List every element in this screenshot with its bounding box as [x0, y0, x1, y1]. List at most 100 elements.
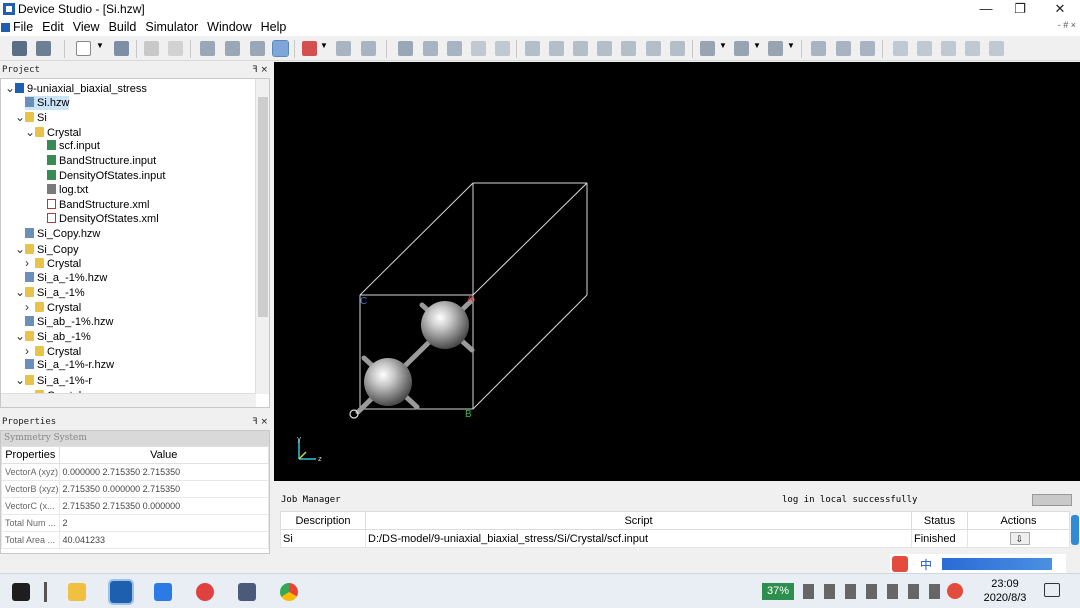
- menu-simulator[interactable]: Simulator: [145, 20, 198, 34]
- tree-item[interactable]: ⌄ Si_Copy: [15, 242, 79, 257]
- tree-item[interactable]: › Crystal: [25, 300, 81, 315]
- chevron-down-icon[interactable]: ⌄: [15, 110, 25, 125]
- chevron-down-icon[interactable]: ▼: [753, 41, 761, 56]
- tree-item[interactable]: Si_a_-1%-r.hzw: [25, 358, 114, 373]
- ime-mode[interactable]: 中: [920, 556, 932, 573]
- transform-icon[interactable]: [700, 41, 715, 56]
- cut-plane-icon[interactable]: [525, 41, 540, 56]
- fit-icon[interactable]: [860, 41, 875, 56]
- battery-indicator[interactable]: 37%: [762, 583, 794, 600]
- tray-icons[interactable]: [803, 584, 948, 599]
- col-status[interactable]: Status: [911, 511, 968, 530]
- property-row[interactable]: VectorA (xyz) 0.000000 2.715350 2.715350: [1, 463, 269, 481]
- mdi-controls[interactable]: - # ×: [1058, 20, 1076, 30]
- job-scrollbar[interactable]: [1071, 513, 1080, 549]
- job-row[interactable]: Si D:/DS-model/9-uniaxial_biaxial_stress…: [280, 529, 1070, 548]
- tree-item[interactable]: › Crystal: [25, 344, 81, 359]
- chevron-down-icon[interactable]: ⌄: [25, 125, 35, 140]
- tree-item[interactable]: Si_a_-1%.hzw: [25, 271, 107, 286]
- col-properties[interactable]: Properties: [1, 446, 60, 464]
- save-all-icon[interactable]: [12, 41, 27, 56]
- chevron-right-icon[interactable]: ›: [25, 256, 35, 271]
- dock-buttons[interactable]: ꟻ ×: [252, 415, 268, 429]
- tree-item[interactable]: scf.input: [47, 139, 100, 154]
- menu-view[interactable]: View: [73, 20, 100, 34]
- property-row[interactable]: VectorC (x... 2.715350 2.715350 0.000000: [1, 497, 269, 515]
- tree-item[interactable]: ⌄ 9-uniaxial_biaxial_stress: [5, 81, 147, 96]
- dock-buttons[interactable]: ꟻ ×: [252, 63, 268, 77]
- bond-icon[interactable]: [447, 41, 462, 56]
- download-button[interactable]: ⇩: [1009, 532, 1030, 545]
- import-icon[interactable]: [114, 41, 129, 56]
- molecule-icon[interactable]: [621, 41, 636, 56]
- symmetry-icon[interactable]: [670, 41, 685, 56]
- tree-item[interactable]: ⌄ Si_ab_-1%: [15, 329, 91, 344]
- device-studio-taskbar-icon[interactable]: [108, 579, 134, 605]
- erase-icon[interactable]: [471, 41, 486, 56]
- zoom-icon[interactable]: [250, 41, 265, 56]
- add-atom-icon[interactable]: [398, 41, 413, 56]
- si-atom[interactable]: [421, 301, 469, 349]
- chevron-down-icon[interactable]: ▼: [787, 41, 795, 56]
- crystal-view[interactable]: C B A y z: [274, 62, 1080, 481]
- chevron-right-icon[interactable]: ›: [25, 344, 35, 359]
- file-explorer-icon[interactable]: [68, 583, 86, 601]
- chevron-down-icon[interactable]: ⌄: [15, 329, 25, 344]
- connect-icon[interactable]: [989, 41, 1004, 56]
- sogou-tray-icon[interactable]: [947, 583, 963, 599]
- tree-item[interactable]: ⌄ Si_a_-1%: [15, 285, 85, 300]
- chrome-icon[interactable]: [280, 583, 298, 601]
- chevron-down-icon[interactable]: ⌄: [15, 373, 25, 388]
- tree-item[interactable]: DensityOfStates.xml: [47, 212, 159, 227]
- surface-icon[interactable]: [597, 41, 612, 56]
- tree-item[interactable]: ⌄ Si: [15, 110, 47, 125]
- strain-icon[interactable]: [573, 41, 588, 56]
- chevron-down-icon[interactable]: ⌄: [5, 81, 15, 96]
- col-script[interactable]: Script: [365, 511, 912, 530]
- symmetry-combo[interactable]: Symmetry System: [1, 431, 269, 446]
- tree-item[interactable]: ⌄ Si_a_-1%-r: [15, 373, 92, 388]
- col-actions[interactable]: Actions: [967, 511, 1070, 530]
- clock[interactable]: 23:09 2020/8/3: [980, 577, 1030, 605]
- tree-item[interactable]: Si_Copy.hzw: [25, 227, 100, 242]
- app-icon-tool[interactable]: [238, 583, 256, 601]
- supercell-icon[interactable]: [549, 41, 564, 56]
- snap-icon[interactable]: [917, 41, 932, 56]
- save-icon[interactable]: [36, 41, 51, 56]
- col-description[interactable]: Description: [280, 511, 366, 530]
- chevron-down-icon[interactable]: ▼: [96, 41, 104, 56]
- notification-icon[interactable]: [1044, 583, 1060, 597]
- align-icon[interactable]: [734, 41, 749, 56]
- new-file-icon[interactable]: [76, 41, 91, 56]
- tree-item[interactable]: DensityOfStates.input: [47, 169, 165, 184]
- tree-vertical-scrollbar[interactable]: [255, 79, 269, 394]
- tree-item[interactable]: Si_ab_-1%.hzw: [25, 315, 113, 330]
- chevron-right-icon[interactable]: ›: [25, 300, 35, 315]
- chevron-down-icon[interactable]: ⌄: [15, 285, 25, 300]
- tree-horizontal-scrollbar[interactable]: [1, 393, 256, 407]
- property-row[interactable]: VectorB (xyz) 2.715350 0.000000 2.715350: [1, 480, 269, 498]
- box-icon[interactable]: [768, 41, 783, 56]
- undo-icon[interactable]: [144, 41, 159, 56]
- chevron-down-icon[interactable]: ▼: [320, 41, 328, 56]
- grid-view-icon[interactable]: [336, 41, 351, 56]
- menu-help[interactable]: Help: [261, 20, 287, 34]
- close-button[interactable]: ✕: [1040, 0, 1080, 18]
- tree-item[interactable]: ⌄ Crystal: [25, 125, 81, 140]
- ime-tools-icon[interactable]: [942, 558, 1052, 570]
- tree-item[interactable]: Si.hzw: [25, 95, 70, 111]
- wps-icon[interactable]: [154, 583, 172, 601]
- tree-item[interactable]: › Crystal: [25, 256, 81, 271]
- scroll-thumb[interactable]: [258, 97, 268, 317]
- chevron-down-icon[interactable]: ⌄: [15, 242, 25, 257]
- dna-icon[interactable]: [941, 41, 956, 56]
- sogou-icon[interactable]: [892, 556, 908, 572]
- rotate-icon[interactable]: [225, 41, 240, 56]
- job-settings-icon[interactable]: [1032, 494, 1072, 506]
- restore-button[interactable]: ❐: [1000, 0, 1040, 18]
- tree-item[interactable]: BandStructure.input: [47, 154, 156, 169]
- menu-file[interactable]: File: [13, 20, 33, 34]
- ungroup-icon[interactable]: [836, 41, 851, 56]
- select-icon[interactable]: [200, 41, 215, 56]
- property-row[interactable]: Total Num ... 2: [1, 514, 269, 532]
